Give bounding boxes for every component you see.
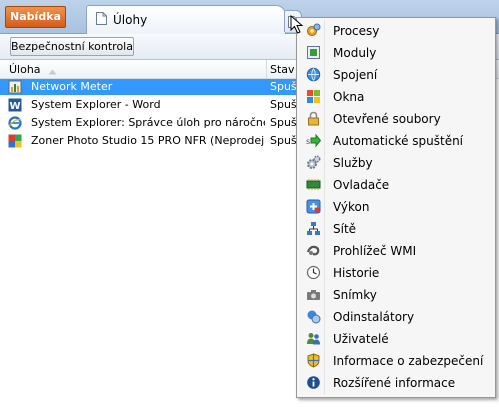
word-icon: W: [8, 98, 22, 112]
table-row[interactable]: System Explorer: Správce úloh pro náročn…: [0, 115, 300, 131]
menu-item-label: Ovladače: [333, 178, 390, 192]
menu-item-label: Spojení: [333, 68, 378, 82]
windows-icon: [306, 89, 321, 104]
popup-menu: Procesy Moduly Spojení Okna Otevřené sou…: [296, 17, 496, 398]
connections-icon: [306, 67, 321, 82]
menu-item-label: Rozšířené informace: [333, 376, 456, 390]
tab-tasks[interactable]: Úlohy: [86, 5, 286, 34]
uninstallers-icon: [306, 309, 321, 324]
camera-icon: [306, 287, 321, 302]
svg-text:s: s: [306, 137, 310, 146]
task-status: Spuš: [270, 98, 297, 111]
modules-icon: [306, 45, 321, 60]
wmi-browser-icon: [306, 243, 321, 258]
zoner-icon: [8, 134, 22, 148]
menu-item-label: Automatické spuštění: [333, 134, 464, 148]
menu-item-label: Uživatelé: [333, 332, 389, 346]
clock-icon: [306, 265, 321, 280]
table-row[interactable]: Zoner Photo Studio 15 PRO NFR (Neprodejn…: [0, 133, 300, 149]
security-check-button[interactable]: Bezpečnostní kontrola: [10, 37, 134, 56]
menu-item-label: Snímky: [333, 288, 377, 302]
task-status: Spuš: [270, 134, 297, 147]
menu-item-label: Sítě: [333, 222, 357, 236]
network-meter-icon: [8, 80, 22, 94]
task-name: System Explorer: Správce úloh pro náročn…: [31, 116, 265, 129]
column-header-status[interactable]: Stav: [270, 63, 295, 76]
menu-item-open-files[interactable]: Otevřené soubory: [300, 108, 492, 129]
menu-item-connections[interactable]: Spojení: [300, 64, 492, 85]
menu-item-services[interactable]: Služby: [300, 152, 492, 173]
table-row[interactable]: W System Explorer - Word Spuš: [0, 97, 300, 113]
task-status: Spuš: [270, 116, 297, 129]
sort-ascending-icon: [48, 65, 57, 75]
menu-item-users[interactable]: Uživatelé: [300, 328, 492, 349]
menu-item-label: Procesy: [333, 24, 380, 38]
gear-icon: [306, 155, 321, 170]
menu-item-windows[interactable]: Okna: [300, 86, 492, 107]
menu-item-history[interactable]: Historie: [300, 262, 492, 283]
drivers-icon: [306, 177, 321, 192]
task-status: Spuš: [270, 80, 297, 93]
menu-item-processes[interactable]: Procesy: [300, 20, 492, 41]
menu-item-label: Výkon: [333, 200, 370, 214]
menu-item-label: Služby: [333, 156, 373, 170]
menu-item-label: Odinstalátory: [333, 310, 415, 324]
document-icon: [96, 12, 107, 25]
menu-item-security-info[interactable]: Informace o zabezpečení: [300, 350, 492, 371]
menu-item-performance[interactable]: Výkon: [300, 196, 492, 217]
table-row[interactable]: Network Meter Spuš: [0, 79, 300, 95]
task-name: Network Meter: [31, 80, 113, 93]
menu-item-label: Otevřené soubory: [333, 112, 441, 126]
menu-item-drivers[interactable]: Ovladače: [300, 174, 492, 195]
users-icon: [306, 331, 321, 346]
mouse-cursor-icon: [290, 14, 310, 37]
menu-item-snapshots[interactable]: Snímky: [300, 284, 492, 305]
menu-item-uninstallers[interactable]: Odinstalátory: [300, 306, 492, 327]
task-name: System Explorer - Word: [31, 98, 161, 111]
network-icon: [306, 221, 321, 236]
info-icon: [306, 375, 321, 390]
svg-text:W: W: [9, 101, 20, 112]
menu-item-label: Moduly: [333, 46, 377, 60]
menu-item-autostart[interactable]: s Automatické spuštění: [300, 130, 492, 151]
menu-item-label: Informace o zabezpečení: [333, 354, 484, 368]
menu-item-label: Okna: [333, 90, 365, 104]
lock-icon: [306, 111, 321, 126]
tab-label: Úlohy: [113, 13, 148, 27]
task-name: Zoner Photo Studio 15 PRO NFR (Neprodejn…: [31, 134, 265, 147]
autostart-icon: s: [306, 133, 322, 148]
menu-item-extended-info[interactable]: Rozšířené informace: [300, 372, 492, 393]
performance-icon: [306, 199, 321, 214]
menu-item-networks[interactable]: Sítě: [300, 218, 492, 239]
menu-item-label: Prohlížeč WMI: [333, 244, 417, 258]
shield-icon: [306, 353, 321, 368]
menu-button[interactable]: Nabídka: [5, 6, 66, 28]
column-divider[interactable]: [266, 60, 267, 78]
menu-item-label: Historie: [333, 266, 380, 280]
menu-item-modules[interactable]: Moduly: [300, 42, 492, 63]
column-header-task[interactable]: Úloha: [9, 63, 41, 76]
menu-item-wmi-browser[interactable]: Prohlížeč WMI: [300, 240, 492, 261]
internet-explorer-icon: [8, 116, 22, 130]
